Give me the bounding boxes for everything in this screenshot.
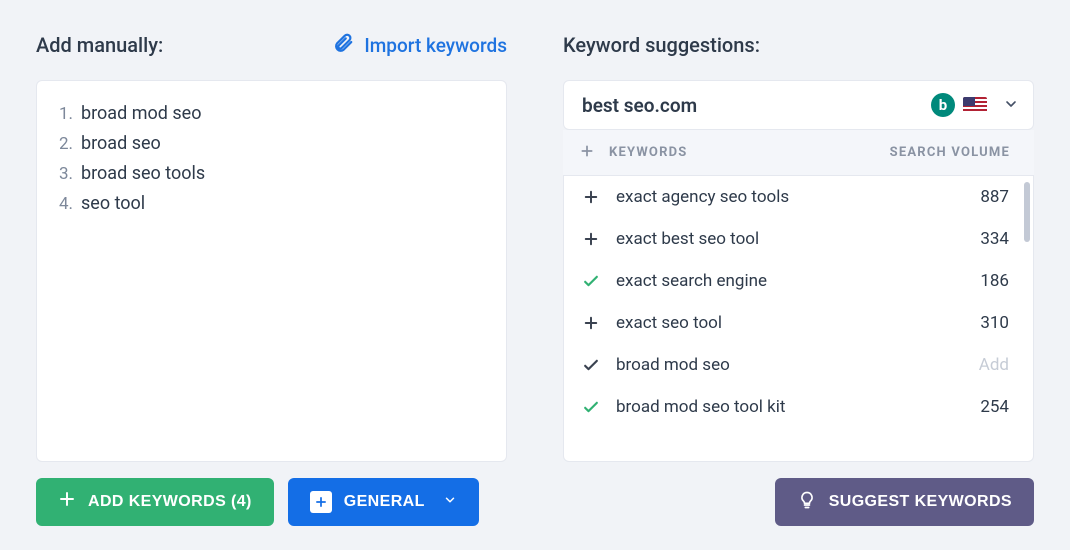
attachment-icon (332, 32, 354, 59)
manual-keyword-item[interactable]: 3.broad seo tools (59, 159, 484, 189)
list-index: 3. (59, 159, 81, 189)
manual-keyword-list: 1.broad mod seo2.broad seo3.broad seo to… (59, 99, 484, 219)
search-volume: 186 (980, 271, 1009, 291)
suggest-keywords-button[interactable]: SUGGEST KEYWORDS (775, 478, 1034, 526)
suggestion-row[interactable]: broad mod seo Add (564, 344, 1033, 386)
lightbulb-icon (797, 490, 817, 515)
suggestion-row[interactable]: exact seo tool 310 (564, 302, 1033, 344)
search-volume: 887 (980, 187, 1009, 207)
add-manually-title: Add manually: (36, 33, 163, 57)
plus-box-icon (310, 491, 332, 513)
left-footer: ADD KEYWORDS (4) GENERAL (36, 478, 507, 526)
manual-keywords-panel[interactable]: 1.broad mod seo2.broad seo3.broad seo to… (36, 80, 507, 462)
list-index: 1. (59, 99, 81, 129)
manual-keyword-item[interactable]: 4.seo tool (59, 189, 484, 219)
search-engine-icon[interactable]: b (931, 93, 955, 117)
search-volume: 334 (980, 229, 1009, 249)
suggestion-row[interactable]: exact agency seo tools 887 (564, 176, 1033, 218)
add-icon[interactable] (580, 230, 602, 248)
suggestion-row[interactable]: exact best seo tool 334 (564, 218, 1033, 260)
suggestion-keyword: broad mod seo tool kit (616, 397, 785, 417)
volume-column-label: SEARCH VOLUME (890, 145, 1010, 160)
add-keywords-label: ADD KEYWORDS (4) (88, 493, 252, 511)
chevron-down-icon[interactable] (1003, 94, 1019, 117)
list-index: 4. (59, 189, 81, 219)
manual-keyword-label: broad seo tools (81, 159, 205, 189)
list-index: 2. (59, 129, 81, 159)
add-keywords-button[interactable]: ADD KEYWORDS (4) (36, 478, 274, 526)
suggestion-keyword: broad mod seo (616, 355, 730, 375)
manual-keyword-label: broad seo (81, 129, 161, 159)
add-manually-column: Add manually: Import keywords 1.broad mo… (36, 28, 507, 526)
domain-input[interactable]: best seo.com b (563, 80, 1034, 130)
check-icon[interactable] (580, 397, 602, 417)
country-flag-us-icon[interactable] (963, 97, 987, 113)
suggestions-table-header: KEYWORDS SEARCH VOLUME (563, 130, 1034, 176)
manual-keyword-item[interactable]: 1.broad mod seo (59, 99, 484, 129)
add-icon[interactable] (580, 314, 602, 332)
suggestions-title: Keyword suggestions: (563, 33, 760, 57)
suggestion-keyword: exact agency seo tools (616, 187, 789, 207)
left-header: Add manually: Import keywords (36, 28, 507, 62)
domain-value: best seo.com (582, 94, 697, 117)
group-select-button[interactable]: GENERAL (288, 478, 479, 526)
right-header: Keyword suggestions: (563, 28, 1034, 62)
plus-icon (58, 490, 76, 514)
suggestion-keyword: exact seo tool (616, 313, 722, 333)
scrollbar[interactable] (1024, 182, 1030, 242)
suggestions-list[interactable]: exact agency seo tools 887 exact best seo … (564, 176, 1033, 461)
group-select-label: GENERAL (344, 493, 425, 511)
suggestion-row[interactable]: exact search engine 186 (564, 260, 1033, 302)
keywords-column-label: KEYWORDS (609, 145, 687, 160)
suggest-keywords-label: SUGGEST KEYWORDS (829, 493, 1012, 511)
suggestion-row[interactable]: broad mod seo tool kit 254 (564, 386, 1033, 428)
manual-keyword-item[interactable]: 2.broad seo (59, 129, 484, 159)
search-volume: 310 (980, 313, 1009, 333)
manual-keyword-label: broad mod seo (81, 99, 201, 129)
suggestion-keyword: exact search engine (616, 271, 767, 291)
check-icon[interactable] (580, 271, 602, 291)
chevron-down-icon (443, 493, 457, 512)
check-icon[interactable] (580, 355, 602, 375)
add-all-icon[interactable] (579, 143, 595, 163)
import-keywords-label: Import keywords (364, 34, 507, 57)
suggestion-keyword: exact best seo tool (616, 229, 759, 249)
search-volume: 254 (980, 397, 1009, 417)
manual-keyword-label: seo tool (81, 189, 145, 219)
import-keywords-link[interactable]: Import keywords (332, 32, 507, 59)
right-footer: SUGGEST KEYWORDS (563, 478, 1034, 526)
add-placeholder[interactable]: Add (979, 355, 1009, 375)
suggestions-column: Keyword suggestions: best seo.com b KEYW… (563, 28, 1034, 526)
add-icon[interactable] (580, 188, 602, 206)
